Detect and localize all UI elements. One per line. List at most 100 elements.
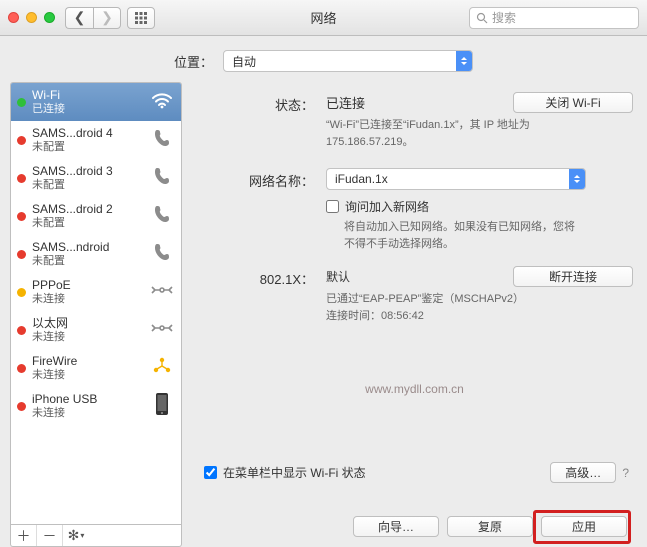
service-name: PPPoE (32, 278, 149, 292)
service-status: 未配置 (32, 179, 149, 192)
phone-icon (149, 166, 175, 191)
status-dot (17, 326, 26, 335)
location-select[interactable]: 自动 (223, 50, 473, 72)
service-text: Wi-Fi已连接 (32, 88, 149, 116)
ask-join-label: 询问加入新网络 (345, 198, 429, 215)
status-dot (17, 250, 26, 259)
service-text: FireWire未连接 (32, 354, 149, 382)
status-dot (17, 364, 26, 373)
service-name: SAMS...droid 2 (32, 202, 149, 216)
service-status: 未连接 (32, 331, 149, 344)
dot1x-auth-desc: 已通过“EAP-PEAP”鉴定（MSCHAPv2） (326, 291, 633, 308)
status-dot (17, 174, 26, 183)
grid-icon (134, 11, 148, 25)
dot1x-time-desc: 连接时间：08:56:42 (326, 308, 633, 325)
iphone-icon (149, 392, 175, 421)
apply-button[interactable]: 应用 (541, 516, 627, 537)
service-status: 未配置 (32, 141, 149, 154)
location-label: 位置： (174, 52, 213, 71)
service-status: 未配置 (32, 255, 149, 268)
disconnect-button[interactable]: 断开连接 (513, 266, 633, 287)
zoom-window[interactable] (44, 12, 55, 23)
ethernet-icon (149, 281, 175, 304)
add-service-button[interactable]: ＋ (11, 525, 37, 546)
turn-off-wifi-button[interactable]: 关闭 Wi-Fi (513, 92, 633, 113)
detail-pane: 状态： 已连接 关闭 Wi-Fi “Wi-Fi”已连接至“iFudan.1x”，… (196, 82, 633, 547)
service-name: SAMS...droid 4 (32, 126, 149, 140)
wifi-icon (149, 91, 175, 114)
status-label: 状态： (196, 92, 326, 150)
titlebar: ❮ ❯ 网络 搜索 (0, 0, 647, 36)
service-actions-button[interactable]: ✻▾ (63, 525, 89, 546)
service-status: 未连接 (32, 407, 149, 420)
service-text: SAMS...droid 2未配置 (32, 202, 149, 230)
service-status: 未连接 (32, 369, 149, 382)
service-item[interactable]: SAMS...droid 2未配置 (11, 197, 181, 235)
service-item[interactable]: 以太网未连接 (11, 311, 181, 349)
back-button[interactable]: ❮ (65, 7, 93, 29)
service-text: SAMS...droid 3未配置 (32, 164, 149, 192)
forward-button[interactable]: ❯ (93, 7, 121, 29)
gear-icon: ✻ (68, 527, 80, 544)
service-name: Wi-Fi (32, 88, 149, 102)
sidebar-footer: ＋ － ✻▾ (10, 525, 182, 547)
service-status: 未配置 (32, 217, 149, 230)
show-all-button[interactable] (127, 7, 155, 29)
status-dot (17, 212, 26, 221)
service-text: PPPoE未连接 (32, 278, 149, 306)
status-dot (17, 98, 26, 107)
ask-join-description: 将自动加入已知网络。如果没有已知网络，您将不得不手动选择网络。 (344, 219, 584, 252)
phone-icon (149, 128, 175, 153)
status-description: “Wi-Fi”已连接至“iFudan.1x”，其 IP 地址为 175.186.… (326, 117, 586, 150)
network-name-value: iFudan.1x (335, 172, 388, 186)
service-item[interactable]: SAMS...droid 3未配置 (11, 159, 181, 197)
firewire-icon (149, 356, 175, 381)
close-window[interactable] (8, 12, 19, 23)
search-field[interactable]: 搜索 (469, 7, 639, 29)
revert-button[interactable]: 复原 (447, 516, 533, 537)
phone-icon (149, 242, 175, 267)
service-name: iPhone USB (32, 392, 149, 406)
service-status: 已连接 (32, 103, 149, 116)
location-value: 自动 (232, 53, 256, 70)
service-name: SAMS...ndroid (32, 240, 149, 254)
phone-icon (149, 204, 175, 229)
search-icon (476, 12, 488, 24)
ask-join-checkbox[interactable] (326, 200, 339, 213)
chevron-updown-icon (456, 51, 472, 71)
service-status: 未连接 (32, 293, 149, 306)
nav-buttons: ❮ ❯ (65, 7, 121, 29)
assist-button[interactable]: 向导… (353, 516, 439, 537)
service-item[interactable]: iPhone USB未连接 (11, 387, 181, 425)
help-button[interactable]: ? (622, 466, 629, 480)
service-text: SAMS...ndroid未配置 (32, 240, 149, 268)
network-name-select[interactable]: iFudan.1x (326, 168, 586, 190)
service-item[interactable]: FireWire未连接 (11, 349, 181, 387)
remove-service-button[interactable]: － (37, 525, 63, 546)
status-dot (17, 136, 26, 145)
chevron-down-icon: ▾ (80, 531, 84, 540)
show-in-menubar-checkbox[interactable] (204, 466, 217, 479)
service-item[interactable]: PPPoE未连接 (11, 273, 181, 311)
show-in-menubar-label: 在菜单栏中显示 Wi-Fi 状态 (223, 464, 366, 481)
service-sidebar: Wi-Fi已连接SAMS...droid 4未配置SAMS...droid 3未… (10, 82, 182, 547)
ethernet-icon (149, 319, 175, 342)
location-row: 位置： 自动 (0, 36, 647, 82)
network-name-label: 网络名称： (196, 168, 326, 252)
advanced-button[interactable]: 高级… (550, 462, 616, 483)
minimize-window[interactable] (26, 12, 37, 23)
chevron-updown-icon (569, 169, 585, 189)
status-dot (17, 288, 26, 297)
service-item[interactable]: Wi-Fi已连接 (11, 83, 181, 121)
dot1x-value: 默认 (326, 268, 350, 285)
service-item[interactable]: SAMS...droid 4未配置 (11, 121, 181, 159)
status-value: 已连接 (326, 93, 365, 112)
search-placeholder: 搜索 (492, 9, 516, 26)
service-name: FireWire (32, 354, 149, 368)
watermark-text: www.mydll.com.cn (365, 382, 464, 396)
service-text: 以太网未连接 (32, 316, 149, 344)
window-controls (8, 12, 55, 23)
service-name: SAMS...droid 3 (32, 164, 149, 178)
service-item[interactable]: SAMS...ndroid未配置 (11, 235, 181, 273)
service-list[interactable]: Wi-Fi已连接SAMS...droid 4未配置SAMS...droid 3未… (10, 82, 182, 525)
